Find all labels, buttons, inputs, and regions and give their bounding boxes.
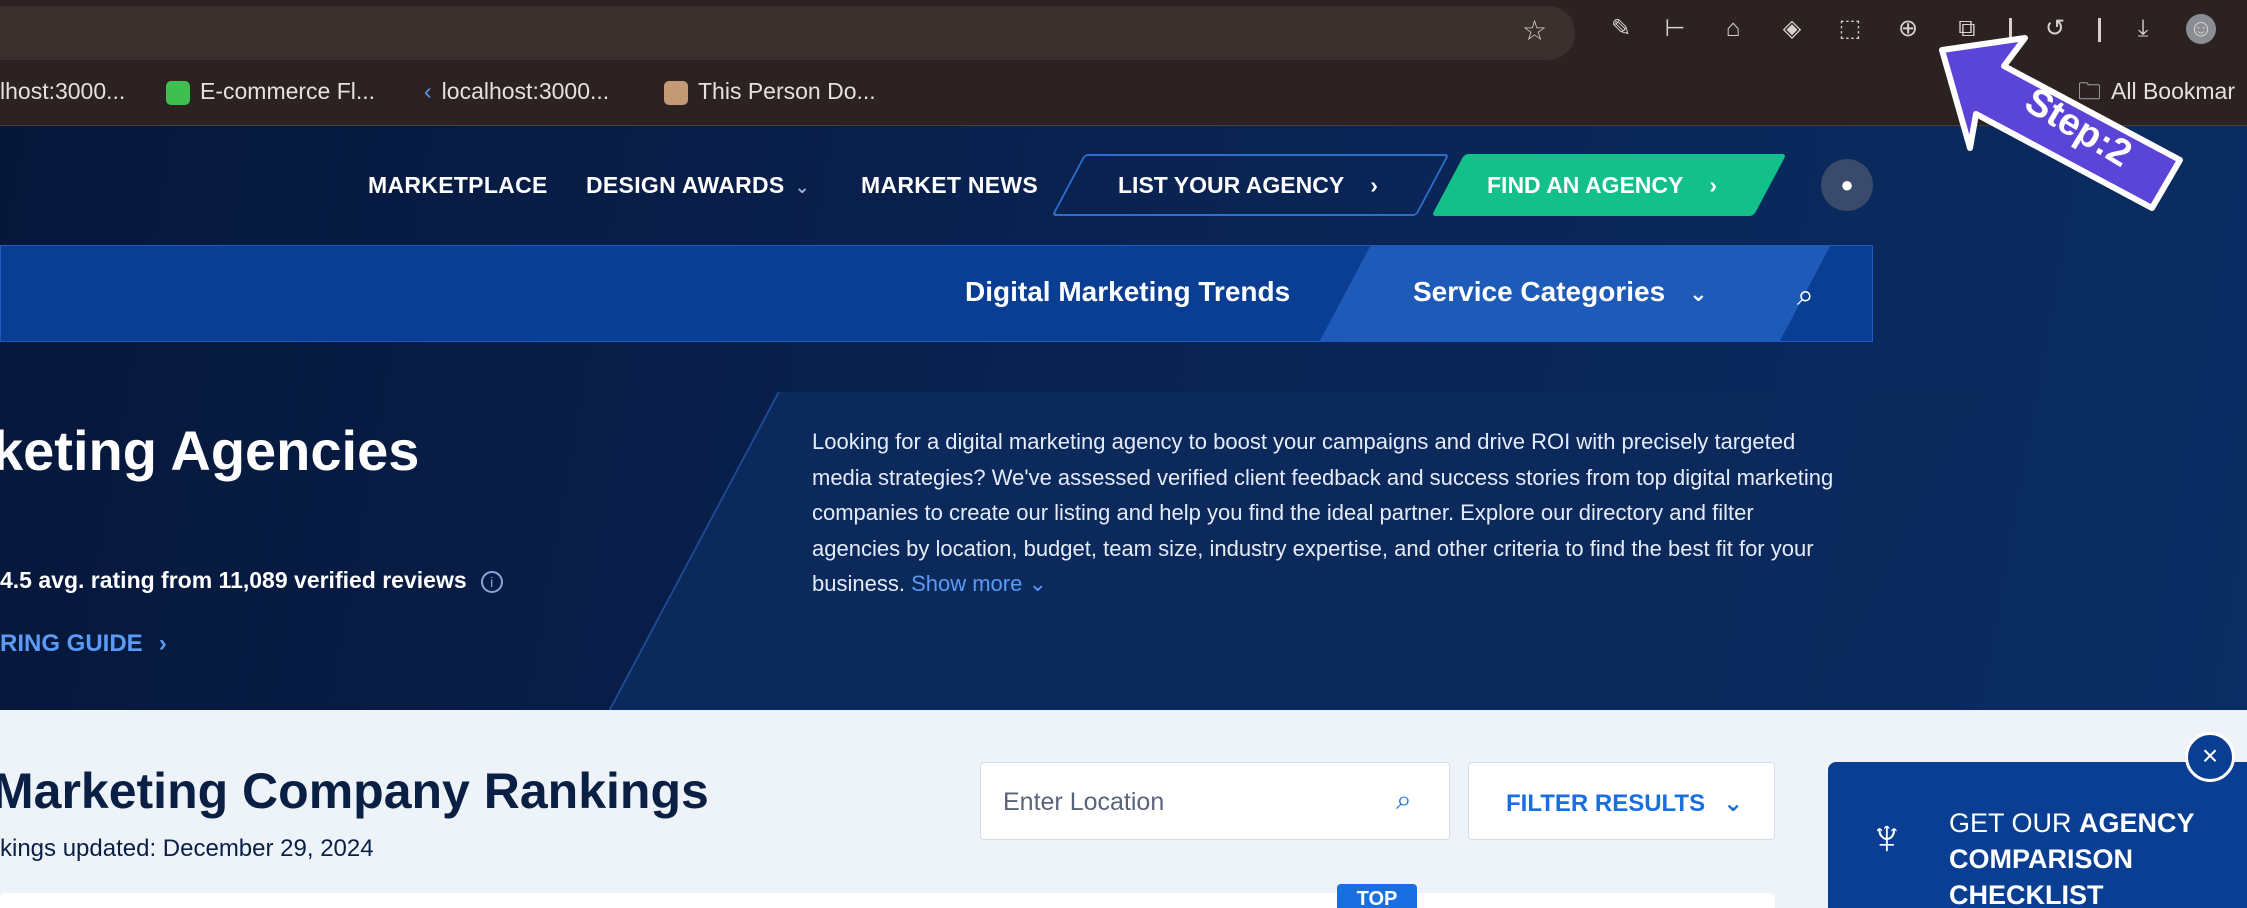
- list-agency-label: LIST YOUR AGENCY ›: [1118, 172, 1378, 198]
- chevron-down-icon: ⌄: [1689, 281, 1708, 306]
- find-agency-label: FIND AN AGENCY ›: [1487, 172, 1718, 198]
- extension-icon[interactable]: ⊢: [1660, 14, 1690, 44]
- location-placeholder: Enter Location: [1003, 788, 1165, 816]
- nav-marketplace[interactable]: MARKETPLACE: [368, 172, 548, 199]
- designrush-logo-icon: ♆: [1868, 809, 1906, 865]
- digital-marketing-trends-link[interactable]: Digital Marketing Trends: [965, 276, 1290, 308]
- chevron-right-icon: ›: [158, 630, 167, 657]
- profile-avatar-icon[interactable]: ☺: [2186, 14, 2216, 44]
- eyedropper-icon[interactable]: ✎: [1606, 14, 1636, 44]
- search-icon[interactable]: ⌕: [1797, 279, 1814, 313]
- address-bar[interactable]: [0, 6, 1575, 60]
- top-badge: TOP: [1337, 884, 1417, 908]
- chevron-down-icon: ⌄: [1723, 790, 1744, 817]
- chevron-down-icon: ⌄: [794, 177, 810, 197]
- nav-market-news[interactable]: MARKET NEWS: [861, 172, 1038, 199]
- info-icon[interactable]: i: [480, 570, 503, 593]
- chevron-down-icon: ⌄: [1028, 571, 1047, 596]
- chevron-right-icon: ›: [1370, 172, 1378, 198]
- rating-summary: 4.5 avg. rating from 11,089 verified rev…: [0, 567, 503, 594]
- hiring-guide-link[interactable]: RING GUIDE ›: [0, 630, 167, 658]
- rankings-updated-date: kings updated: December 29, 2024: [0, 835, 374, 862]
- service-categories-label[interactable]: Service Categories ⌄: [1413, 276, 1708, 308]
- step-annotation-arrow: Step:2: [1939, 35, 2183, 211]
- shield-icon[interactable]: ◈: [1777, 14, 1807, 44]
- show-more-link[interactable]: Show more ⌄: [911, 571, 1047, 596]
- chevron-right-icon: ›: [1709, 172, 1718, 198]
- app-icon: [166, 80, 190, 105]
- face-icon: [664, 80, 688, 105]
- nav-design-awards[interactable]: DESIGN AWARDS ⌄: [586, 172, 810, 199]
- location-search-icon[interactable]: ⌕: [1396, 784, 1412, 817]
- bookmark-item[interactable]: E-commerce Fl...: [166, 76, 375, 106]
- bookmark-item[interactable]: ‹ localhost:3000...: [424, 76, 609, 106]
- hero-description: Looking for a digital marketing agency t…: [812, 429, 1834, 596]
- agency-card[interactable]: [0, 893, 1775, 908]
- screenshot-icon[interactable]: ⬚: [1835, 14, 1865, 44]
- site-icon: ‹: [424, 78, 432, 104]
- promo-text: GET OUR AGENCY COMPARISON CHECKLIST: [1949, 808, 2195, 908]
- page-title: keting Agencies: [0, 419, 420, 482]
- bookmark-item[interactable]: This Person Do...: [664, 76, 876, 106]
- vpn-icon[interactable]: ⊕: [1893, 14, 1923, 44]
- close-icon[interactable]: ×: [2185, 732, 2235, 782]
- filter-results-label: FILTER RESULTS ⌄: [1506, 790, 1744, 817]
- incognito-icon[interactable]: ⌂: [1718, 14, 1748, 44]
- rankings-title: Marketing Company Rankings: [0, 763, 709, 819]
- user-icon[interactable]: ●: [1821, 159, 1873, 211]
- bookmark-item[interactable]: lhost:3000...: [0, 76, 125, 106]
- bookmark-star-icon[interactable]: ☆: [1522, 14, 1547, 47]
